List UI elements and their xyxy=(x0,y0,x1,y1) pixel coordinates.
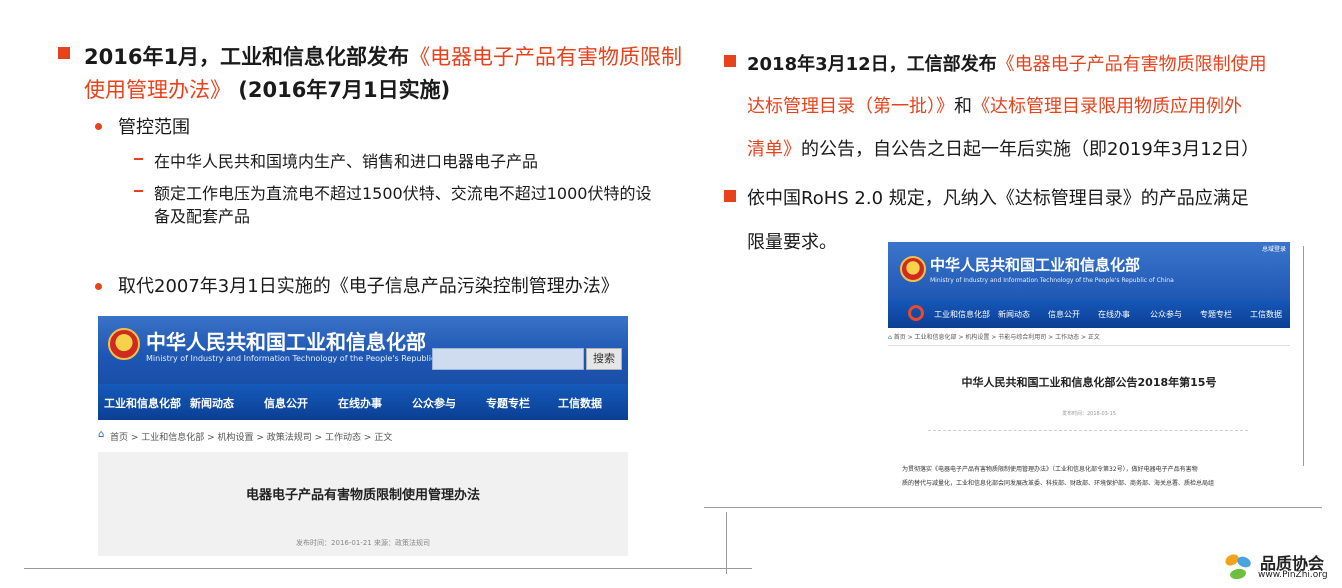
left-bullet1-line1: 2016年1月，工业和信息化部发布《电器电子产品有害物质限制 xyxy=(84,41,682,71)
right-bullet1-line1: 2018年3月12日，工信部发布《电器电子产品有害物质限制使用 xyxy=(747,50,1267,76)
right-bullet1-marker xyxy=(724,55,736,67)
search-button[interactable]: 搜索 xyxy=(586,348,622,370)
miit-nav-2: 工业和信息化部 新闻动态 信息公开 在线办事 公众参与 专题专栏 工信数据 xyxy=(888,300,1290,328)
nav-item-topics[interactable]: 专题专栏 xyxy=(486,395,530,411)
login-link[interactable]: 总域登录 xyxy=(1262,244,1286,253)
left-bullet1-tail: (2016年7月1日实施) xyxy=(231,78,451,102)
left-sub2-label: 取代2007年3月1日实施的《电子信息产品污染控制管理办法》 xyxy=(118,276,619,297)
right-bullet1-line3: 清单》的公告，自公告之日起一年后实施（即2019年3月12日） xyxy=(747,135,1259,161)
left-sub1-item1-marker xyxy=(134,158,143,160)
miit-banner: 中华人民共和国工业和信息化部 Ministry of Industry and … xyxy=(98,316,628,384)
right-bullet1-red3: 《达标管理目录限用物质应用例外 xyxy=(972,96,1242,117)
nav2-item-public[interactable]: 公众参与 xyxy=(1150,309,1182,320)
nav-item-info[interactable]: 信息公开 xyxy=(264,395,308,411)
nav2-item-info[interactable]: 信息公开 xyxy=(1048,309,1080,320)
left-sub1-item2-marker xyxy=(134,190,143,192)
search-input[interactable] xyxy=(432,348,584,370)
breadcrumb-2-text: 首页 > 工业和信息化部 > 机构设置 > 节能与综合利用司 > 工作动态 > … xyxy=(893,334,1100,341)
left-bullet1-marker xyxy=(58,47,70,59)
right-bullet1-tail: 的公告，自公告之日起一年后实施（即2019年3月12日） xyxy=(801,139,1260,160)
right-vertical-divider xyxy=(1303,246,1304,466)
nav-item-miit[interactable]: 工业和信息化部 xyxy=(104,395,181,411)
miit-banner-2: 总域登录 中华人民共和国工业和信息化部 Ministry of Industry… xyxy=(888,242,1290,300)
doc-date-2: 发布时间：2018-03-15 xyxy=(1061,411,1117,417)
nav2-item-data[interactable]: 工信数据 xyxy=(1250,309,1282,320)
nav2-item-services[interactable]: 在线办事 xyxy=(1098,309,1130,320)
doc-meta: 发布时间：2016-01-21 来源：政策法规司 xyxy=(296,539,430,547)
doc-paragraph-line1: 为贯彻落实《电器电子产品有害物质限制使用管理办法》（工业和信息化部令第32号），… xyxy=(902,466,1198,473)
nav-item-news[interactable]: 新闻动态 xyxy=(190,395,234,411)
left-bullet1-red1: 《电器电子产品有害物质限制 xyxy=(409,45,683,69)
left-sub1-marker xyxy=(95,123,102,130)
nav2-item-miit[interactable]: 工业和信息化部 xyxy=(934,309,990,320)
breadcrumb: ⌂ 首页 > 工业和信息化部 > 机构设置 > 政策法规司 > 工作动态 > 正… xyxy=(98,420,628,452)
site-logo-icon xyxy=(908,305,924,321)
right-bullet1-red2: 达标管理目录（第一批）》 xyxy=(747,96,954,117)
doc-paragraph-line2: 质的替代与减量化，工业和信息化部会同发展改革委、科技部、财政部、环境保护部、商务… xyxy=(902,480,1215,487)
miit-title: 中华人民共和国工业和信息化部 xyxy=(146,330,426,354)
miit-title-2: 中华人民共和国工业和信息化部 xyxy=(930,256,1141,274)
nav-item-data[interactable]: 工信数据 xyxy=(558,395,602,411)
left-sub1-item2: 额定工作电压为直流电不超过1500伏特、交流电不超过1000伏特的设 xyxy=(154,184,652,203)
dashed-separator xyxy=(928,430,1248,431)
left-sub1-item1: 在中华人民共和国境内生产、销售和进口电器电子产品 xyxy=(154,152,539,171)
miit-subtitle-2: Ministry of Industry and Information Tec… xyxy=(930,277,1174,284)
doc-title: 电器电子产品有害物质限制使用管理办法 xyxy=(245,488,480,503)
doc-title-2: 中华人民共和国工业和信息化部公告2018年第15号 xyxy=(961,376,1217,389)
home-icon: ⌂ xyxy=(98,429,105,440)
left-bullet1-red2: 使用管理办法》 xyxy=(84,78,231,102)
left-sub2-marker xyxy=(95,283,102,290)
right-divider xyxy=(704,507,1322,508)
pinzhi-logo-icon xyxy=(1225,554,1251,580)
bottom-left-divider xyxy=(24,568,752,569)
nav2-item-topics[interactable]: 专题专栏 xyxy=(1200,309,1232,320)
right-bullet1-mid: 和 xyxy=(954,96,972,117)
right-bullet2-line1: 依中国RoHS 2.0 规定，凡纳入《达标管理目录》的产品应满足 xyxy=(747,188,1249,209)
nav2-item-news[interactable]: 新闻动态 xyxy=(998,309,1030,320)
right-bullet1-line2: 达标管理目录（第一批）》和《达标管理目录限用物质应用例外 xyxy=(747,92,1242,118)
left-bullet1-lead: 2016年1月，工业和信息化部发布 xyxy=(84,45,410,69)
miit-subtitle: Ministry of Industry and Information Tec… xyxy=(146,354,472,363)
national-emblem-icon xyxy=(108,328,140,360)
right-bullet1-red4: 清单》 xyxy=(747,139,801,160)
breadcrumb-text: 首页 > 工业和信息化部 > 机构设置 > 政策法规司 > 工作动态 > 正文 xyxy=(110,433,393,443)
center-divider xyxy=(726,512,727,574)
breadcrumb-2: ⌂ 首页 > 工业和信息化部 > 机构设置 > 节能与综合利用司 > 工作动态 … xyxy=(888,332,1100,341)
right-bullet1-red1: 《电器电子产品有害物质限制使用 xyxy=(996,54,1267,75)
national-emblem-icon xyxy=(900,256,926,282)
nav-item-public[interactable]: 公众参与 xyxy=(412,395,456,411)
miit-screenshot-2018: 总域登录 中华人民共和国工业和信息化部 Ministry of Industry… xyxy=(888,242,1290,488)
right-bullet2-marker xyxy=(724,190,736,202)
left-bullet1-line2: 使用管理办法》 (2016年7月1日实施) xyxy=(84,74,450,104)
nav-item-services[interactable]: 在线办事 xyxy=(338,395,382,411)
right-bullet1-lead: 2018年3月12日，工信部发布 xyxy=(747,54,997,75)
miit-nav: 工业和信息化部 新闻动态 信息公开 在线办事 公众参与 专题专栏 工信数据 xyxy=(98,384,628,420)
brand-url: www.PinZhi.org xyxy=(1258,570,1328,580)
left-sub1-label: 管控范围 xyxy=(118,117,190,138)
miit-screenshot-2016: 中华人民共和国工业和信息化部 Ministry of Industry and … xyxy=(98,316,628,556)
right-bullet2-line2: 限量要求。 xyxy=(747,232,837,253)
left-sub1-item2-cont: 备及配套产品 xyxy=(154,207,251,226)
breadcrumb-separator xyxy=(888,345,1290,346)
